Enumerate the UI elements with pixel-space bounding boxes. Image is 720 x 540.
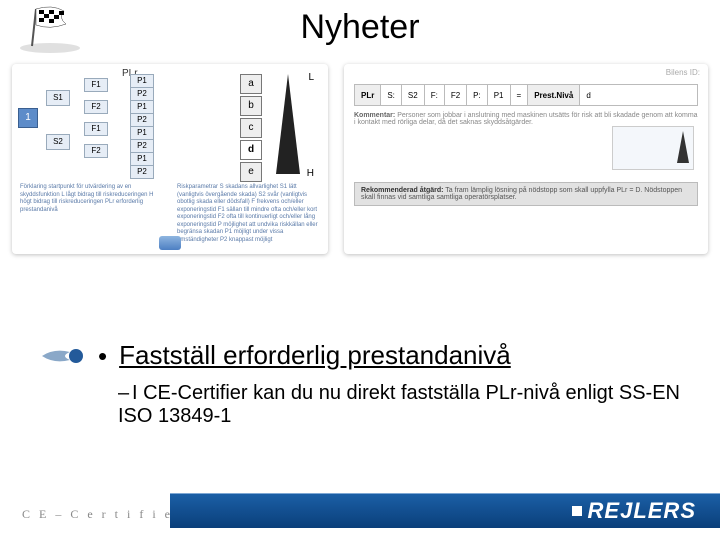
- low-label: L: [308, 72, 314, 83]
- p-node: P1: [130, 100, 154, 114]
- result-row: PLr S: S2 F: F2 P: P1 = Prest.Nivå d: [354, 84, 698, 106]
- start-node: 1: [18, 108, 38, 128]
- p-node: P1: [130, 74, 154, 88]
- comment-label: Kommentar:: [354, 112, 395, 119]
- p-node: P2: [130, 165, 154, 179]
- triangle-icon: [276, 74, 300, 174]
- cell-res-label: Prest.Nivå: [528, 85, 580, 105]
- s1-node: S1: [46, 90, 70, 106]
- pl-d: d: [240, 140, 262, 160]
- bullet-dot: •: [98, 340, 107, 372]
- footer: C E – C e r t i f i e r REJLERS: [0, 488, 720, 540]
- p-node: P2: [130, 139, 154, 153]
- pl-a: a: [240, 74, 262, 94]
- card-b-heading: Bilens ID:: [666, 68, 700, 77]
- pl-levels: a b c d e: [240, 74, 262, 182]
- slide: Nyheter PLr L H a b c d e 1 S1 S2 F1 F2 …: [0, 0, 720, 540]
- cell-f-val: F2: [445, 85, 467, 105]
- pl-e: e: [240, 162, 262, 182]
- body-content: • Fastställ erforderlig prestandanivå –I…: [40, 340, 690, 428]
- f-node: F1: [84, 78, 108, 92]
- cell-p-val: P1: [488, 85, 511, 105]
- rejlers-logo: REJLERS: [572, 498, 696, 524]
- triangle-icon: [677, 131, 689, 163]
- figure-pl-graph: PLr L H a b c d e 1 S1 S2 F1 F2 F1 F2 P1…: [12, 64, 328, 254]
- mini-graph: [612, 126, 694, 170]
- legend-left: Förklaring startpunkt för utvärdering av…: [20, 184, 163, 244]
- comment-text: Personer som jobbar i anslutning med mas…: [354, 112, 698, 126]
- cell-s-label: S:: [381, 85, 402, 105]
- f-node: F2: [84, 144, 108, 158]
- comment-block: Kommentar: Personer som jobbar i anslutn…: [354, 112, 698, 126]
- p-node: P1: [130, 152, 154, 166]
- f-node: F1: [84, 122, 108, 136]
- cell-res-val: d: [580, 85, 596, 105]
- plus-button[interactable]: [159, 236, 181, 250]
- cell-f-label: F:: [425, 85, 445, 105]
- p-node: P2: [130, 113, 154, 127]
- s2-node: S2: [46, 134, 70, 150]
- sub-text: I CE-Certifier kan du nu direkt faststäl…: [118, 382, 680, 427]
- f-node: F2: [84, 100, 108, 114]
- recommendation-block: Rekommenderad åtgärd: Ta fram lämplig lö…: [354, 182, 698, 206]
- ce-certifier-logo: C E – C e r t i f i e r: [22, 507, 186, 522]
- logo-square-icon: [572, 506, 582, 516]
- bullet-sub: –I CE-Certifier kan du nu direkt faststä…: [118, 382, 690, 428]
- cell-plr: PLr: [355, 85, 381, 105]
- cell-p-label: P:: [467, 85, 488, 105]
- brand-text: REJLERS: [588, 498, 696, 524]
- comet-icon: [40, 346, 86, 366]
- p-node: P2: [130, 87, 154, 101]
- slide-title: Nyheter: [0, 8, 720, 47]
- legend-right: Riskparametrar S skadans allvarlighet S1…: [177, 184, 320, 244]
- legend-text: Förklaring startpunkt för utvärdering av…: [20, 184, 320, 244]
- cell-eq: =: [511, 85, 529, 105]
- bullet-heading: Fastställ erforderlig prestandanivå: [119, 340, 511, 371]
- figure-result: Bilens ID: PLr S: S2 F: F2 P: P1 = Prest…: [344, 64, 708, 254]
- cell-s-val: S2: [402, 85, 425, 105]
- pl-b: b: [240, 96, 262, 116]
- pl-c: c: [240, 118, 262, 138]
- rec-label: Rekommenderad åtgärd:: [361, 187, 443, 194]
- bullet-row: • Fastställ erforderlig prestandanivå: [40, 340, 690, 372]
- figures-row: PLr L H a b c d e 1 S1 S2 F1 F2 F1 F2 P1…: [12, 64, 708, 254]
- p-node: P1: [130, 126, 154, 140]
- high-label: H: [307, 168, 314, 179]
